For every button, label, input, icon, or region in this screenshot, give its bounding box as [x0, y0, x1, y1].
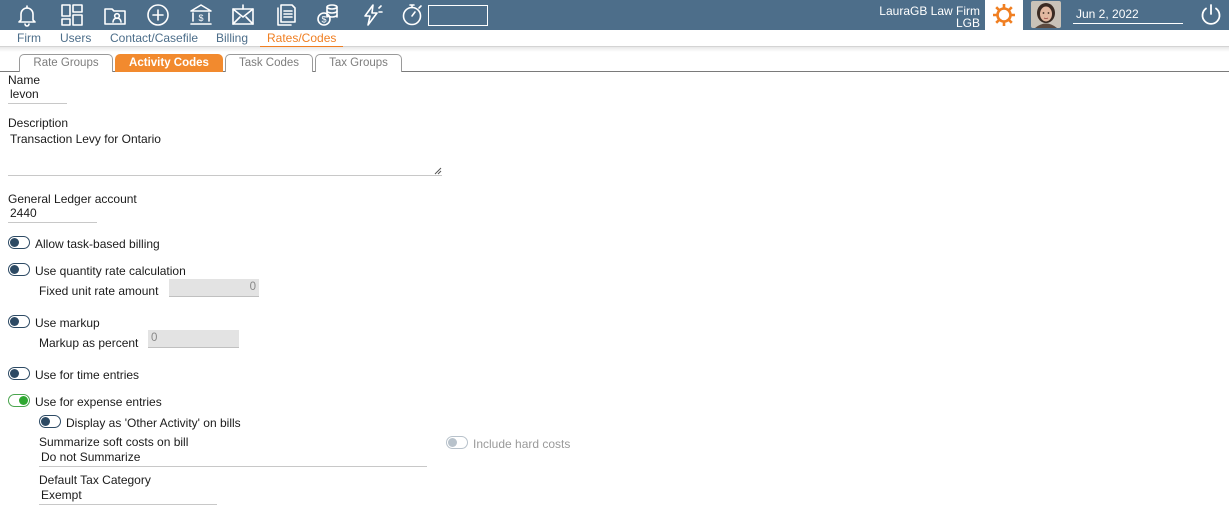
- tab-tax-groups[interactable]: Tax Groups: [315, 54, 402, 72]
- avatar[interactable]: [1031, 1, 1061, 28]
- name-field[interactable]: levon: [8, 87, 67, 104]
- task-billing-toggle[interactable]: [8, 236, 30, 249]
- svg-text:$: $: [198, 13, 203, 23]
- coins-icon[interactable]: $: [313, 1, 343, 29]
- search-input[interactable]: [428, 5, 488, 26]
- expense-entries-toggle[interactable]: [8, 394, 30, 407]
- fixed-unit-input[interactable]: 0: [169, 279, 259, 297]
- section-nav: Firm Users Contact/Casefile Billing Rate…: [0, 30, 1229, 48]
- description-label: Description: [8, 116, 69, 130]
- markup-percent-label: Markup as percent: [39, 336, 139, 350]
- bank-icon[interactable]: $: [186, 1, 216, 29]
- description-field[interactable]: Transaction Levy for Ontario: [8, 132, 442, 176]
- logout-button[interactable]: [1197, 1, 1225, 29]
- time-entries-label: Use for time entries: [35, 368, 140, 382]
- other-activity-toggle[interactable]: [39, 415, 61, 428]
- resize-grip-icon[interactable]: [434, 167, 442, 175]
- task-billing-label: Allow task-based billing: [35, 237, 160, 251]
- markup-label: Use markup: [35, 316, 100, 330]
- hard-costs-toggle[interactable]: [446, 436, 468, 449]
- summarize-select[interactable]: Do not Summarize: [39, 450, 427, 467]
- markup-toggle[interactable]: [8, 315, 30, 328]
- top-bar: $ $ LauraGB Law Firm LGB Jun 2, 2022: [0, 0, 1229, 30]
- subtab-bar: Rate Groups Activity Codes Task Codes Ta…: [0, 54, 1229, 72]
- nav-item-users[interactable]: Users: [60, 31, 91, 45]
- expense-entries-label: Use for expense entries: [35, 395, 162, 409]
- markup-percent-input[interactable]: 0: [148, 330, 239, 348]
- summarize-label: Summarize soft costs on bill: [39, 435, 189, 449]
- quantity-rate-label: Use quantity rate calculation: [35, 264, 186, 278]
- documents-icon[interactable]: [271, 1, 301, 29]
- nav-item-contact-casefile[interactable]: Contact/Casefile: [110, 31, 198, 45]
- gl-account-field[interactable]: 2440: [8, 206, 97, 223]
- tab-activity-codes[interactable]: Activity Codes: [115, 54, 223, 72]
- settings-button[interactable]: [985, 0, 1023, 30]
- tax-category-label: Default Tax Category: [39, 473, 151, 487]
- name-label: Name: [8, 73, 41, 87]
- nav-item-firm[interactable]: Firm: [17, 31, 41, 45]
- power-icon: [1201, 4, 1221, 25]
- hard-costs-label: Include hard costs: [473, 437, 571, 451]
- mail-money-icon[interactable]: [228, 1, 258, 29]
- time-entries-toggle[interactable]: [8, 367, 30, 380]
- date-picker[interactable]: Jun 2, 2022: [1073, 7, 1183, 24]
- lightning-icon[interactable]: [356, 1, 386, 29]
- add-icon[interactable]: [143, 1, 173, 29]
- bell-icon[interactable]: [12, 1, 42, 29]
- fixed-unit-label: Fixed unit rate amount: [39, 284, 159, 298]
- dashboard-icon[interactable]: [57, 1, 87, 29]
- gear-icon: [993, 4, 1015, 26]
- firm-code: LGB: [955, 16, 980, 30]
- quantity-rate-toggle[interactable]: [8, 263, 30, 276]
- stopwatch-icon[interactable]: [397, 1, 427, 29]
- nav-divider: [0, 47, 1229, 52]
- gl-account-label: General Ledger account: [8, 192, 137, 206]
- nav-item-rates-codes[interactable]: Rates/Codes: [260, 31, 344, 48]
- svg-text:$: $: [321, 15, 326, 25]
- nav-item-billing[interactable]: Billing: [216, 31, 248, 45]
- tax-category-select[interactable]: Exempt: [39, 488, 217, 505]
- other-activity-label: Display as 'Other Activity' on bills: [66, 416, 241, 430]
- contacts-folder-icon[interactable]: [100, 1, 130, 29]
- tab-rate-groups[interactable]: Rate Groups: [19, 54, 113, 72]
- tab-task-codes[interactable]: Task Codes: [225, 54, 313, 72]
